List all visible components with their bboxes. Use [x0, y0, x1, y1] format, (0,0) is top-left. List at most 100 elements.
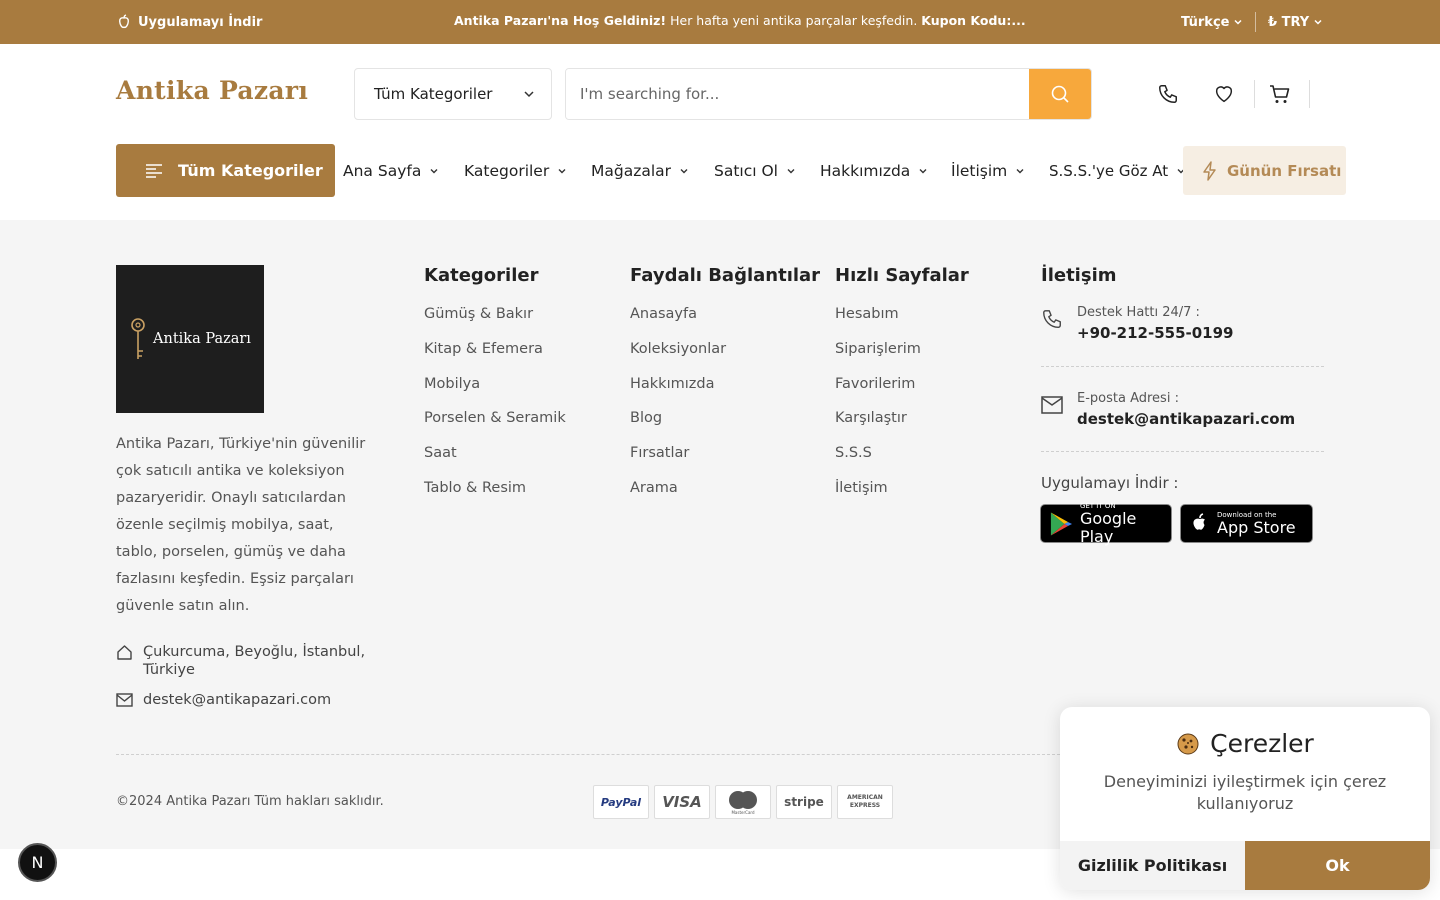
visa-logo: VISA	[654, 785, 710, 819]
footer-link[interactable]: Blog	[630, 407, 820, 442]
mail-icon	[1041, 396, 1063, 414]
nav-item-about[interactable]: Hakkımızda	[820, 144, 928, 197]
n-badge[interactable]: N	[18, 843, 57, 882]
search-input[interactable]	[566, 69, 1031, 119]
phone-icon	[1159, 85, 1177, 103]
footer-logo[interactable]: Antika Pazarı	[116, 265, 264, 413]
cart-button[interactable]	[1268, 82, 1292, 106]
nav-item-categories[interactable]: Kategoriler	[464, 144, 567, 197]
contact-phone-label: Destek Hattı 24/7 :	[1077, 305, 1200, 320]
cart-icon	[1270, 85, 1290, 103]
topbar-divider	[1255, 12, 1256, 32]
download-app-label: Uygulamayı İndir	[138, 14, 263, 30]
footer-email-text: destek@antikapazari.com	[143, 692, 332, 708]
download-app-link[interactable]: Uygulamayı İndir	[116, 0, 262, 44]
phone-icon	[1043, 310, 1061, 328]
footer-link[interactable]: Hakkımızda	[630, 373, 820, 408]
copyright: ©2024 Antika Pazarı Tüm hakları saklıdır…	[116, 794, 384, 809]
footer-description: Antika Pazarı, Türkiye'nin güvenilir çok…	[116, 436, 366, 614]
footer-link[interactable]: Fırsatlar	[630, 442, 820, 477]
contact-phone-value: +90-212-555-0199	[1077, 324, 1234, 342]
app-download-label: Uygulamayı İndir :	[1041, 474, 1179, 492]
footer-column-title: Faydalı Bağlantılar	[630, 265, 821, 286]
privacy-policy-button[interactable]: Gizlilik Politikası	[1060, 841, 1245, 890]
currency-selector[interactable]: ₺ TRY	[1268, 0, 1323, 44]
chevron-down-icon	[919, 168, 927, 173]
category-select[interactable]: Tüm Kategoriler	[354, 68, 552, 120]
footer-link[interactable]: Saat	[424, 442, 566, 477]
mastercard-logo: MasterCard	[715, 785, 771, 819]
promo-coupon: Kupon Kodu:...	[921, 12, 1026, 28]
chevron-down-icon	[558, 168, 566, 173]
nav-item-home[interactable]: Ana Sayfa	[343, 144, 439, 197]
footer-link[interactable]: Arama	[630, 477, 820, 512]
wishlist-button[interactable]	[1212, 82, 1236, 106]
footer-address-text: Çukurcuma, Beyoğlu, İstanbul, Türkiye	[143, 644, 366, 678]
app-store-button[interactable]: Download on the App Store	[1180, 504, 1313, 543]
chevron-down-icon	[1314, 19, 1322, 25]
lightning-icon	[1203, 160, 1216, 181]
footer-link[interactable]: İletişim	[835, 477, 969, 512]
nav-item-contact[interactable]: İletişim	[951, 144, 1025, 197]
nav-item-faq[interactable]: S.S.S.'ye Göz At	[1049, 144, 1186, 197]
apple-icon	[119, 14, 129, 29]
footer-address: Çukurcuma, Beyoğlu, İstanbul, Türkiye	[116, 643, 386, 679]
all-categories-label: Tüm Kategoriler	[178, 161, 323, 180]
nav-item-label: S.S.S.'ye Göz At	[1049, 161, 1169, 180]
home-icon	[117, 645, 132, 660]
nav-item-stores[interactable]: Mağazalar	[591, 144, 689, 197]
footer-logo-text: Antika Pazarı	[153, 331, 251, 347]
google-play-button[interactable]: GET IT ON Google Play	[1040, 502, 1172, 545]
nav-item-label: Hakkımızda	[820, 161, 911, 180]
nav-item-label: İletişim	[951, 161, 1008, 180]
stripe-logo: stripe	[776, 785, 832, 819]
footer-link[interactable]: Siparişlerim	[835, 338, 969, 373]
nav-item-become-seller[interactable]: Satıcı Ol	[714, 144, 796, 197]
amex-logo: AMERICAN EXPRESS	[837, 785, 893, 819]
deal-label: Günün Fırsatı	[1227, 161, 1342, 180]
top-bar: Uygulamayı İndir Antika Pazarı'na Hoş Ge…	[0, 0, 1440, 44]
footer-link[interactable]: Karşılaştır	[835, 407, 969, 442]
mail-icon	[116, 693, 133, 707]
footer-link[interactable]: Favorilerim	[835, 373, 969, 408]
google-play-icon	[1050, 511, 1073, 536]
footer-link[interactable]: Hesabım	[835, 303, 969, 338]
footer-column-title: Kategoriler	[424, 265, 539, 286]
contact-divider	[1041, 451, 1324, 452]
footer-link[interactable]: Anasayfa	[630, 303, 820, 338]
footer-link[interactable]: Porselen & Seramik	[424, 407, 566, 442]
deal-of-day-button[interactable]: Günün Fırsatı	[1183, 146, 1346, 195]
chevron-down-icon	[524, 91, 534, 98]
promo-welcome: Antika Pazarı'na Hoş Geldiniz!	[454, 12, 667, 28]
contact-email-label: E-posta Adresi :	[1077, 391, 1179, 406]
search-button[interactable]	[1029, 69, 1091, 119]
footer-email[interactable]: destek@antikapazari.com	[116, 692, 331, 708]
footer-link[interactable]: Tablo & Resim	[424, 477, 566, 512]
language-selector[interactable]: Türkçe	[1181, 0, 1243, 44]
phone-button[interactable]	[1156, 82, 1180, 106]
cookie-title-row: Çerezler	[1060, 729, 1430, 758]
cookie-ok-button[interactable]: Ok	[1245, 841, 1430, 890]
mastercard-circles-icon	[729, 790, 757, 809]
footer-link[interactable]: Gümüş & Bakır	[424, 303, 566, 338]
nav-item-label: Kategoriler	[464, 161, 550, 180]
site-logo[interactable]: Antika Pazarı	[116, 76, 308, 105]
contact-email[interactable]: E-posta Adresi : destek@antikapazari.com	[1041, 391, 1295, 428]
footer-column-useful-links: Faydalı Bağlantılar Anasayfa Koleksiyonl…	[630, 265, 820, 512]
footer-link[interactable]: Mobilya	[424, 373, 566, 408]
footer-link[interactable]: Koleksiyonlar	[630, 338, 820, 373]
contact-phone[interactable]: Destek Hattı 24/7 : +90-212-555-0199	[1041, 305, 1234, 342]
currency-label: ₺ TRY	[1268, 14, 1310, 30]
footer-link[interactable]: Kitap & Efemera	[424, 338, 566, 373]
language-label: Türkçe	[1181, 14, 1230, 30]
footer-column-quick-pages: Hızlı Sayfalar Hesabım Siparişlerim Favo…	[835, 265, 969, 512]
chevron-down-icon	[1016, 168, 1024, 173]
search-bar	[565, 68, 1092, 120]
search-icon	[1051, 85, 1069, 103]
footer-link[interactable]: S.S.S	[835, 442, 969, 477]
cookie-icon	[1177, 733, 1199, 754]
chevron-down-icon	[1234, 19, 1242, 25]
all-categories-button[interactable]: Tüm Kategoriler	[116, 144, 335, 197]
app-store-big: App Store	[1217, 517, 1296, 537]
category-select-value: Tüm Kategoriler	[374, 85, 493, 103]
